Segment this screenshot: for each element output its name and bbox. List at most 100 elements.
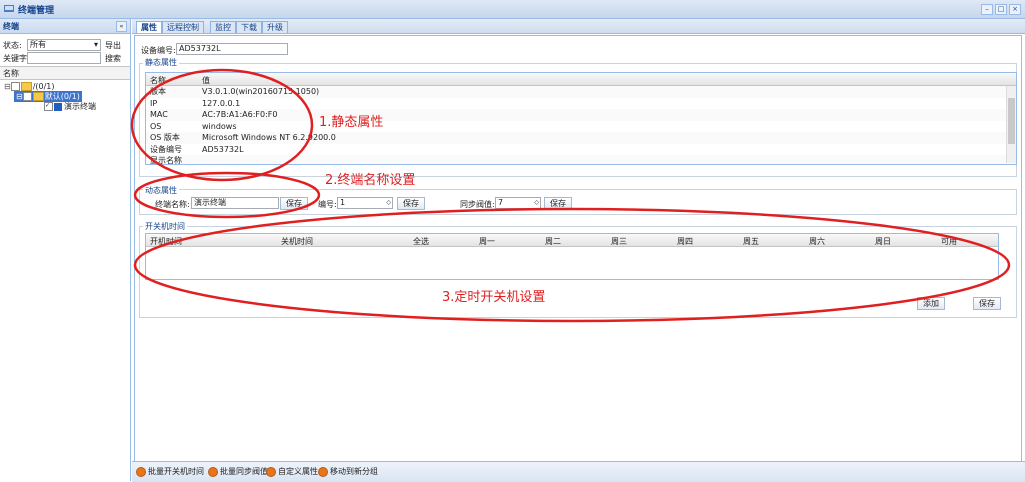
save-sync-button[interactable]: 保存 — [544, 197, 572, 210]
window-controls: – □ × — [981, 4, 1021, 15]
col-wed[interactable]: 周三 — [611, 236, 627, 247]
expand-icon[interactable]: ⊟ — [16, 92, 23, 101]
checkbox-checked[interactable]: ✓ — [44, 102, 53, 111]
schedule-grid: 开机时间 关机时间 全选 周一 周二 周三 周四 周五 周六 周日 可用 — [145, 233, 999, 280]
device-id-field[interactable]: AD53732L — [176, 43, 288, 55]
row-name: IP — [150, 98, 158, 108]
terminal-tree-panel: 终端 « 状态: 所有 ▾ 导出 关键字: 搜索 名称 ⊟ /(0/1) ⊟ 默认(… — [0, 19, 131, 481]
add-schedule-button[interactable]: 添加 — [917, 297, 945, 310]
terminal-name-input[interactable]: 演示终端 — [191, 197, 279, 209]
batch-power-time-button[interactable]: 批量开关机时间 — [136, 466, 204, 477]
save-schedule-button[interactable]: 保存 — [973, 297, 1001, 310]
window-titlebar: 终端管理 – □ × — [0, 0, 1025, 19]
bottom-toolbar: 批量开关机时间 批量同步阀值 自定义属性 移动到新分组 — [132, 461, 1025, 482]
search-button[interactable]: 搜索 — [105, 53, 121, 64]
minimize-button[interactable]: – — [981, 4, 993, 15]
custom-props-button[interactable]: 自定义属性 — [266, 466, 318, 477]
schedule-legend: 开关机时间 — [143, 221, 187, 232]
save-name-button[interactable]: 保存 — [280, 197, 308, 210]
save-number-button[interactable]: 保存 — [397, 197, 425, 210]
table-row[interactable]: OS 版本 Microsoft Windows NT 6.2.9200.0 — [146, 132, 1016, 144]
col-select-all[interactable]: 全选 — [413, 236, 429, 247]
tree-node-root-label: /(0/1) — [32, 82, 55, 91]
static-props-grid: 名称 值 版本 V3.0.1.0(win20160715.1050) IP 12… — [145, 72, 1017, 165]
tab-properties[interactable]: 属性 — [136, 21, 162, 33]
left-panel-header: 终端 « — [0, 19, 130, 34]
tree-node-root[interactable]: ⊟ /(0/1) — [4, 82, 55, 91]
keyword-label: 关键字: — [3, 54, 30, 63]
col-thu[interactable]: 周四 — [677, 236, 693, 247]
row-value: AC:7B:A1:A6:F0:F0 — [202, 110, 278, 119]
table-row[interactable]: MAC AC:7B:A1:A6:F0:F0 — [146, 109, 1016, 121]
spinner-arrows-icon[interactable]: ◇ — [534, 198, 539, 208]
col-power-off[interactable]: 关机时间 — [281, 236, 313, 247]
sync-threshold-label: 同步阀值: — [460, 200, 495, 209]
static-props-legend: 静态属性 — [143, 57, 179, 68]
col-mon[interactable]: 周一 — [479, 236, 495, 247]
col-sat[interactable]: 周六 — [809, 236, 825, 247]
tab-remote-control[interactable]: 远程控制 — [162, 21, 204, 33]
col-power-on[interactable]: 开机时间 — [150, 236, 182, 247]
checkbox[interactable] — [10, 82, 20, 91]
settings-icon — [136, 466, 146, 477]
tab-upgrade[interactable]: 升级 — [262, 21, 288, 33]
folder-icon — [32, 92, 44, 101]
windows-icon — [54, 102, 62, 111]
expand-icon[interactable]: ⊟ — [4, 82, 11, 91]
close-button[interactable]: × — [1009, 4, 1021, 15]
collapse-icon[interactable]: « — [116, 21, 127, 32]
tree-header: 名称 — [0, 66, 130, 80]
sync-threshold-value: 7 — [498, 198, 504, 207]
tab-bar: 属性 远程控制 监控 下载 升级 — [132, 19, 1025, 34]
row-name: 显示名称 — [150, 156, 182, 165]
scrollbar-thumb[interactable] — [1008, 98, 1015, 144]
tree-node-demo-terminal[interactable]: ✓ 演示终端 — [44, 101, 96, 112]
app-icon — [4, 5, 14, 12]
annotation-label-1: 1.静态属性 — [319, 115, 384, 130]
col-enabled[interactable]: 可用 — [941, 236, 957, 247]
move-group-label: 移动到新分组 — [330, 467, 378, 476]
row-name: 版本 — [150, 87, 166, 96]
tab-monitor[interactable]: 监控 — [210, 21, 236, 33]
export-button[interactable]: 导出 — [105, 40, 121, 51]
col-tue[interactable]: 周二 — [545, 236, 561, 247]
col-sun[interactable]: 周日 — [875, 236, 891, 247]
batch-sync-button[interactable]: 批量同步阀值 — [208, 466, 268, 477]
table-row[interactable]: 设备编号 AD53732L — [146, 144, 1016, 156]
col-name[interactable]: 名称 — [150, 75, 166, 86]
dynamic-props-legend: 动态属性 — [143, 185, 179, 196]
status-label: 状态: — [3, 41, 22, 50]
col-value[interactable]: 值 — [202, 75, 210, 86]
tab-download[interactable]: 下载 — [236, 21, 262, 33]
tree-node-demo-label: 演示终端 — [64, 102, 96, 111]
annotation-label-2: 2.终端名称设置 — [325, 173, 416, 188]
vertical-scrollbar[interactable] — [1006, 86, 1016, 163]
move-group-button[interactable]: 移动到新分组 — [318, 466, 378, 477]
terminal-name-label: 终端名称: — [155, 200, 190, 209]
checkbox[interactable] — [22, 92, 32, 101]
row-value: AD53732L — [202, 144, 244, 154]
number-spinner[interactable]: 1 ◇ — [337, 197, 393, 209]
window-title: 终端管理 — [18, 6, 55, 16]
properties-content: 设备编号: AD53732L 静态属性 名称 值 版本 V3.0.1.0(win… — [134, 35, 1022, 463]
chevron-down-icon: ▾ — [93, 40, 98, 49]
table-row[interactable]: 显示名称 — [146, 155, 1016, 165]
table-row[interactable]: 版本 V3.0.1.0(win20160715.1050) — [146, 86, 1016, 98]
status-select[interactable]: 所有 ▾ — [27, 39, 101, 51]
sync-threshold-spinner[interactable]: 7 ◇ — [495, 197, 541, 209]
number-value: 1 — [340, 198, 346, 207]
tree-header-label: 名称 — [3, 69, 19, 78]
schedule-header: 开机时间 关机时间 全选 周一 周二 周三 周四 周五 周六 周日 可用 — [146, 234, 998, 247]
batch-sync-label: 批量同步阀值 — [220, 467, 268, 476]
table-row[interactable]: OS windows — [146, 121, 1016, 133]
tree-node-default-label: 默认(0/1) — [44, 92, 80, 101]
maximize-button[interactable]: □ — [995, 4, 1007, 15]
settings-icon — [318, 466, 328, 477]
keyword-input[interactable] — [27, 52, 101, 64]
row-value: Microsoft Windows NT 6.2.9200.0 — [202, 133, 336, 142]
table-row[interactable]: IP 127.0.0.1 — [146, 98, 1016, 110]
static-props-header: 名称 值 — [146, 73, 1016, 86]
col-fri[interactable]: 周五 — [743, 236, 759, 247]
row-name: 设备编号 — [150, 144, 182, 154]
spinner-arrows-icon[interactable]: ◇ — [386, 198, 391, 208]
